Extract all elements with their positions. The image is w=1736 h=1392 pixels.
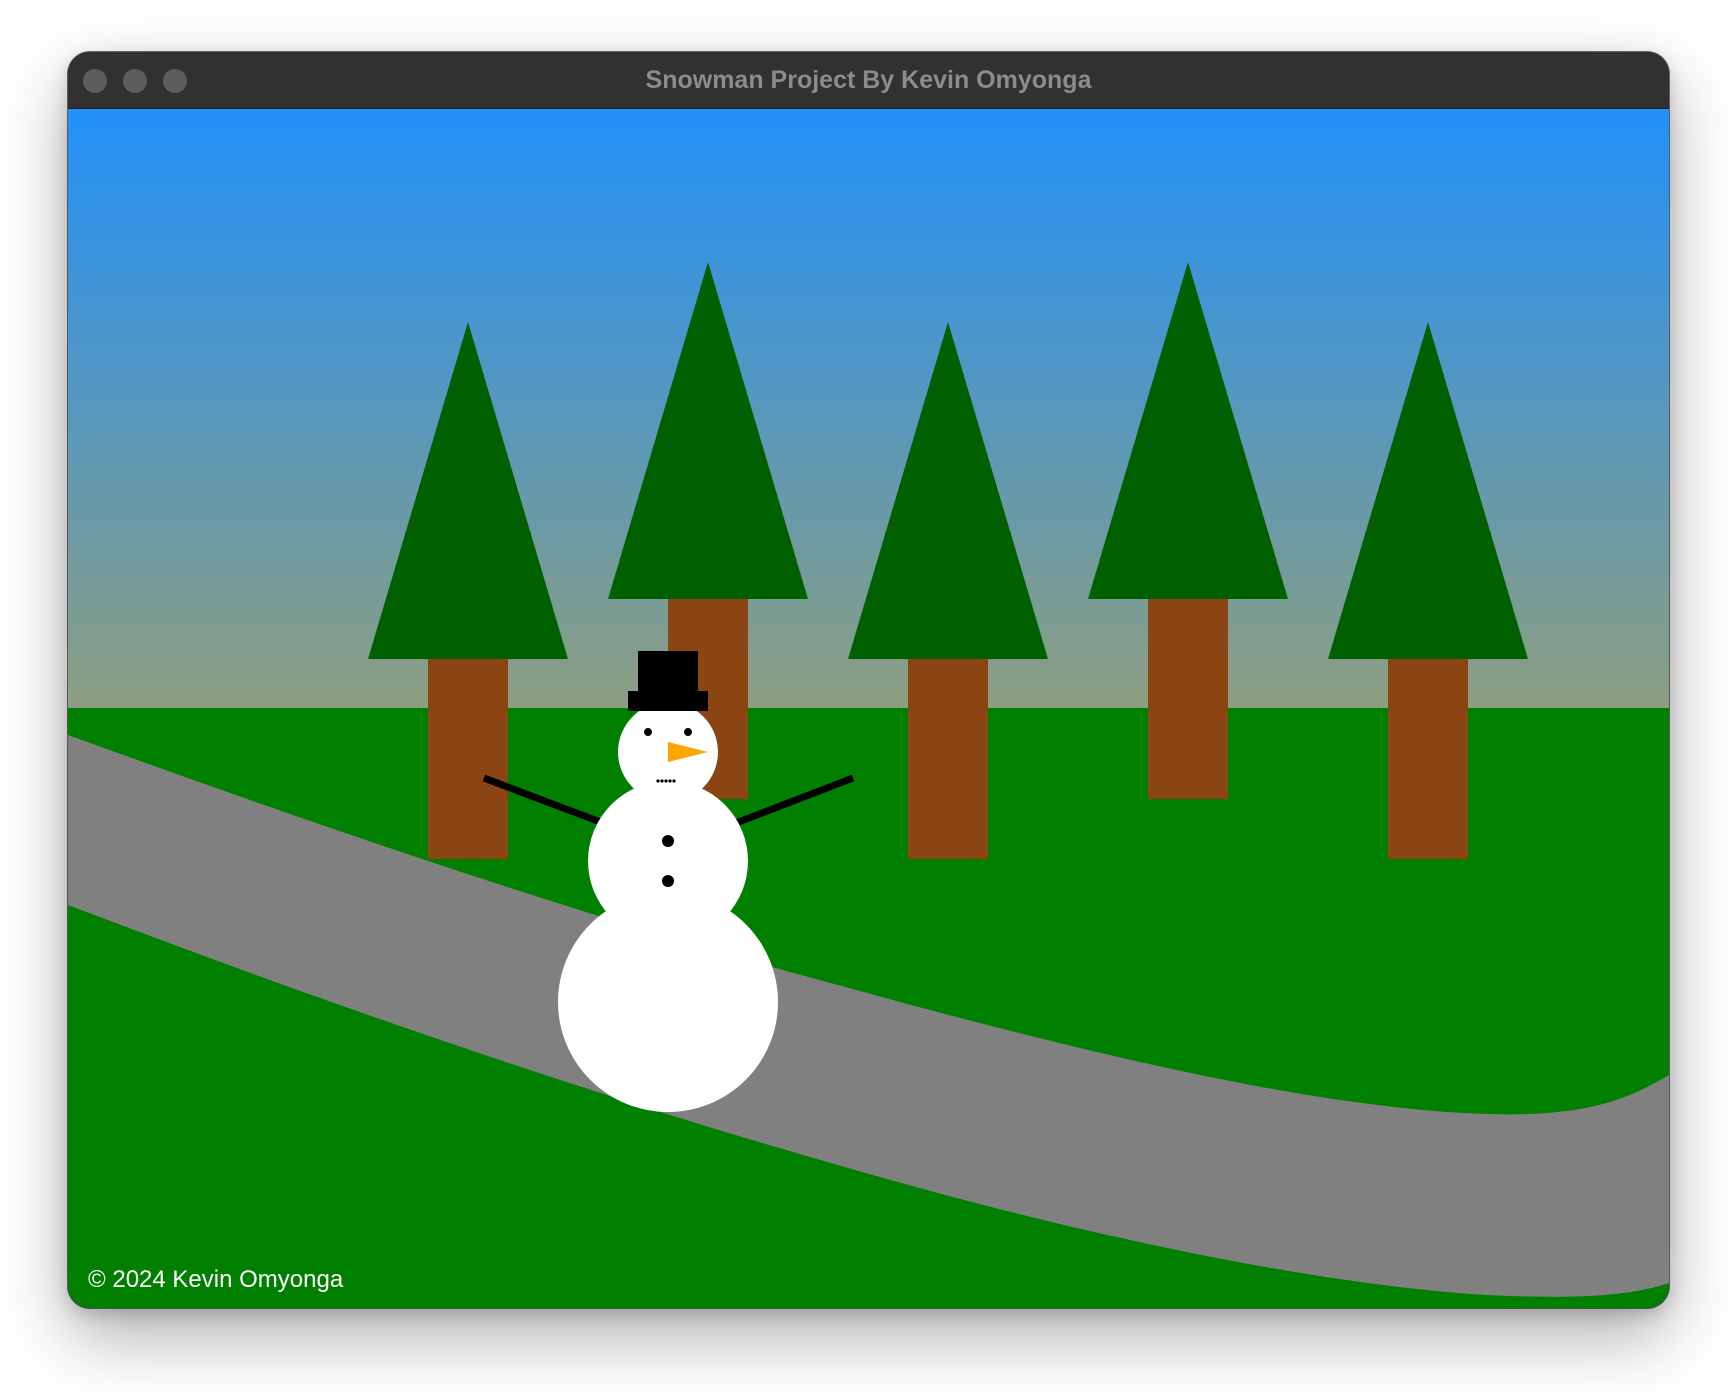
button: [662, 875, 674, 887]
tree-trunk: [1388, 659, 1468, 859]
snowman-middle: [588, 781, 748, 941]
hat-top: [638, 651, 698, 693]
hat-brim: [628, 691, 708, 711]
button: [662, 835, 674, 847]
app-window: Snowman Project By Kevin Omyonga © 2024 …: [68, 52, 1669, 1308]
copyright-text: © 2024 Kevin Omyonga: [88, 1266, 344, 1293]
title-bar[interactable]: Snowman Project By Kevin Omyonga: [68, 52, 1669, 109]
right-eye: [684, 728, 692, 736]
tree-trunk: [428, 659, 508, 859]
tree-trunk: [1148, 599, 1228, 799]
window-title: Snowman Project By Kevin Omyonga: [645, 66, 1092, 94]
drawing-canvas: © 2024 Kevin Omyonga: [68, 109, 1669, 1308]
left-eye: [644, 728, 652, 736]
scene-svg: [68, 109, 1669, 1308]
tree-trunk: [908, 659, 988, 859]
